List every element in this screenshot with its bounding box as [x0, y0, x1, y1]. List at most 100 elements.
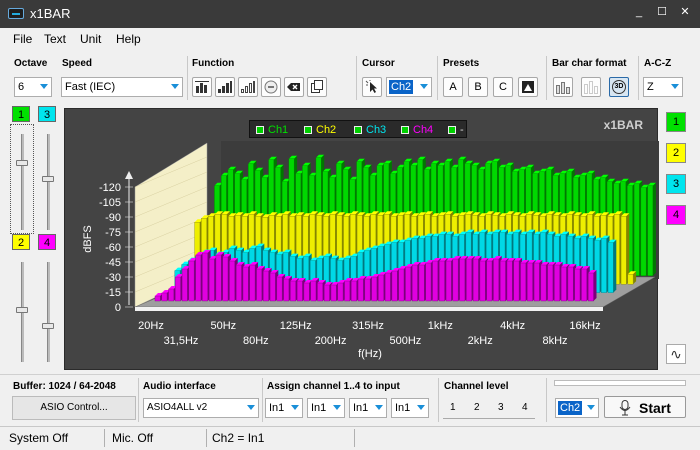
- right-channel-4-button[interactable]: 4: [666, 205, 686, 225]
- menu-text[interactable]: Text: [44, 32, 66, 46]
- bars-solid-icon: [556, 82, 570, 94]
- bar-Ch4: [303, 282, 310, 302]
- bar-format-solid-button[interactable]: [553, 77, 573, 97]
- input-select-2[interactable]: In1: [307, 398, 345, 418]
- bar-Ch4: [540, 264, 547, 302]
- channel-4-tag: 4: [38, 234, 56, 250]
- separator: [354, 429, 355, 447]
- input-select-3[interactable]: In1: [349, 398, 387, 418]
- bar-Ch4: [588, 272, 594, 302]
- bar-Ch4: [398, 268, 405, 302]
- bars-outline-button[interactable]: [238, 77, 258, 97]
- clear-button[interactable]: [284, 77, 304, 97]
- fader-1-thumb[interactable]: [16, 160, 28, 166]
- peak-hold-button[interactable]: [192, 77, 212, 97]
- waveform-button[interactable]: ∿: [666, 344, 686, 364]
- fader-2-thumb[interactable]: [16, 307, 28, 313]
- menu-help[interactable]: Help: [116, 32, 141, 46]
- start-button[interactable]: Start: [604, 396, 686, 418]
- minimize-button[interactable]: _: [632, 5, 646, 19]
- save-preset-button[interactable]: [518, 77, 538, 97]
- channel-select[interactable]: Ch2: [555, 398, 599, 418]
- audio-interface-select[interactable]: ASIO4ALL v2: [143, 398, 259, 418]
- right-channel-2-button[interactable]: 2: [666, 143, 686, 163]
- bar-Ch4: [324, 284, 330, 302]
- bar-Ch4: [493, 258, 499, 302]
- maximize-button[interactable]: ☐: [655, 5, 669, 19]
- chart-floor-edge: [135, 307, 603, 311]
- right-channel-3-button[interactable]: 3: [666, 174, 686, 194]
- bars-button[interactable]: [215, 77, 235, 97]
- channel-2-tag: 2: [12, 234, 30, 250]
- bar-Ch4: [154, 295, 161, 302]
- speed-select[interactable]: Fast (IEC): [61, 77, 183, 97]
- level-4: 4: [522, 402, 528, 413]
- fader-3-thumb[interactable]: [42, 176, 54, 182]
- presets-label: Presets: [443, 58, 480, 69]
- bar-Ch2: [620, 215, 627, 285]
- bar-Ch3: [601, 238, 607, 293]
- separator: [138, 378, 139, 422]
- x-tick-label: 16kHz: [569, 320, 600, 332]
- app-icon: [8, 8, 24, 19]
- bar-Ch4: [195, 254, 202, 302]
- stop-icon: [264, 80, 278, 94]
- bar-Ch4: [439, 260, 445, 302]
- stop-button[interactable]: [261, 77, 281, 97]
- bar-Ch4: [506, 260, 513, 302]
- weighting-select[interactable]: Z: [643, 77, 683, 97]
- bar-Ch4: [371, 276, 378, 302]
- preset-b-button[interactable]: B: [468, 77, 488, 97]
- fader-4-thumb[interactable]: [42, 323, 54, 329]
- bar-side-Ch3: [613, 239, 617, 293]
- menu-file[interactable]: File: [13, 32, 32, 46]
- bar-Ch4: [357, 278, 364, 302]
- input-select-1[interactable]: In1: [265, 398, 303, 418]
- spectrum-chart: Ch1 Ch2 Ch3 Ch4 - x1BAR 0 -15 -30 -45 -60 -75…: [64, 108, 659, 370]
- window-title: x1BAR: [30, 6, 71, 21]
- bar-Ch4: [520, 262, 527, 302]
- y-axis-label: dBFS: [82, 225, 94, 253]
- bar-format-3d-button[interactable]: 3D: [609, 77, 629, 97]
- bar-Ch4: [574, 268, 581, 302]
- preset-a-button[interactable]: A: [443, 77, 463, 97]
- bar-Ch4: [567, 266, 574, 302]
- x-tick-label: 8kHz: [542, 335, 567, 347]
- microphone-icon: [619, 400, 631, 416]
- octave-select[interactable]: 6: [14, 77, 52, 97]
- bar-Ch4: [175, 276, 181, 302]
- separator: [438, 378, 439, 422]
- channel-1-tag: 1: [12, 106, 30, 122]
- fader-4-track: [47, 262, 50, 362]
- octave-label: Octave: [14, 58, 48, 69]
- bar-Ch4: [351, 280, 357, 302]
- bars-outline-icon: [241, 81, 255, 93]
- bar-Ch4: [236, 264, 242, 302]
- close-button[interactable]: ✕: [678, 5, 692, 19]
- bar-Ch4: [222, 256, 229, 302]
- bar-Ch4: [276, 276, 283, 302]
- cursor-button[interactable]: [362, 77, 382, 97]
- bars-segmented-icon: [584, 81, 598, 94]
- chevron-down-icon: [333, 405, 341, 410]
- bar-format-segmented-button[interactable]: [581, 77, 601, 97]
- bar-Ch4: [283, 278, 290, 302]
- y-tick-label: -30: [105, 272, 121, 284]
- bar-Ch4: [249, 264, 256, 302]
- cursor-channel-select[interactable]: Ch2: [386, 77, 432, 97]
- x-tick-label: 20Hz: [138, 320, 164, 332]
- bar-Ch4: [459, 258, 466, 302]
- assignment-status: Ch2 = In1: [212, 431, 265, 445]
- buffer-label: Buffer: 1024 / 64-2048: [13, 381, 116, 392]
- input-select-4[interactable]: In1: [391, 398, 429, 418]
- bar-Ch4: [432, 260, 439, 302]
- bar-Ch4: [296, 280, 303, 302]
- bar-Ch4: [554, 264, 560, 302]
- menu-unit[interactable]: Unit: [80, 32, 101, 46]
- right-channel-1-button[interactable]: 1: [666, 112, 686, 132]
- preset-c-button[interactable]: C: [493, 77, 513, 97]
- asio-control-button[interactable]: ASIO Control...: [12, 396, 136, 420]
- separator: [104, 429, 105, 447]
- bar-Ch4: [466, 258, 472, 302]
- copy-button[interactable]: [307, 77, 327, 97]
